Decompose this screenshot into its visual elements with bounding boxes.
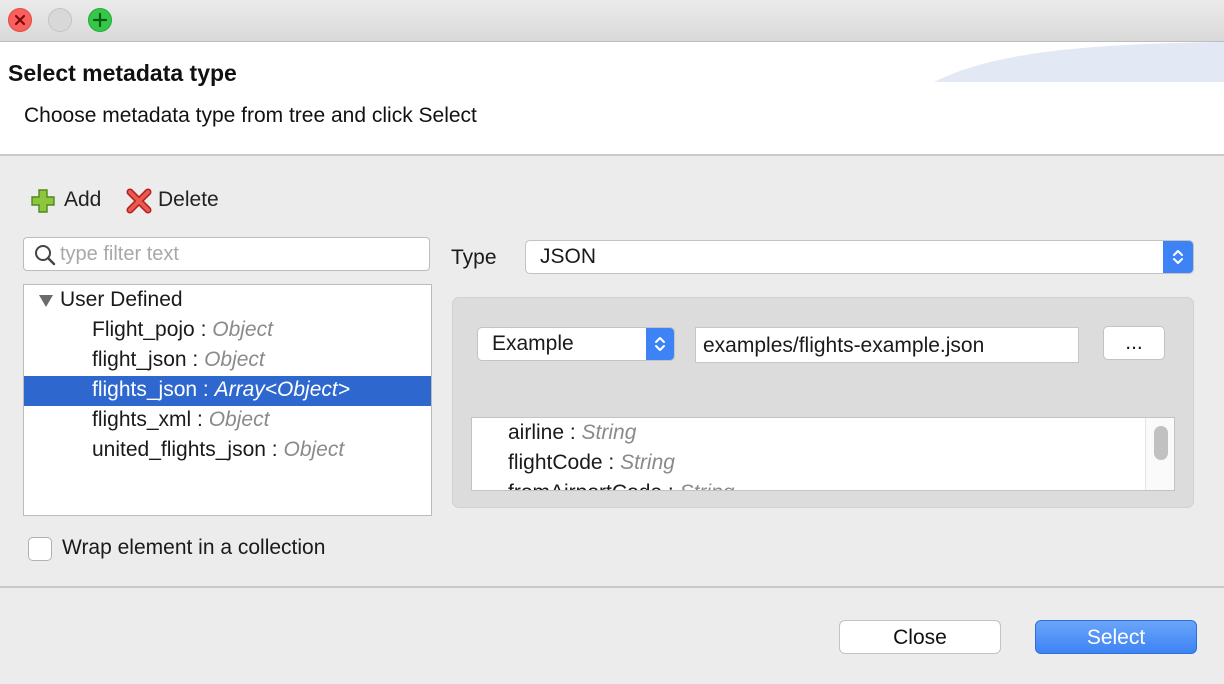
search-icon bbox=[35, 245, 56, 266]
tree-item[interactable]: united_flights_json : Object bbox=[24, 436, 431, 466]
filter-box bbox=[23, 237, 430, 271]
type-select[interactable]: JSON bbox=[525, 240, 1194, 274]
field-type: String bbox=[620, 451, 675, 474]
example-path-value: examples/flights-example.json bbox=[703, 334, 985, 357]
tree-item[interactable]: flights_xml : Object bbox=[24, 406, 431, 436]
tree-item[interactable]: flights_json : Array<Object> bbox=[24, 376, 431, 406]
select-button-label: Select bbox=[1086, 626, 1146, 649]
close-button[interactable]: Close bbox=[839, 620, 1001, 654]
x-icon bbox=[126, 188, 152, 214]
field-name: flightCode bbox=[508, 451, 603, 474]
tree-item-separator: : bbox=[191, 408, 209, 431]
tree-item[interactable]: flight_json : Object bbox=[24, 346, 431, 376]
header-decoration bbox=[934, 42, 1224, 82]
tree-item-name: flight_json bbox=[92, 348, 187, 371]
add-label: Add bbox=[64, 188, 102, 211]
tree-item-label: flights_json : Array<Object> bbox=[92, 378, 350, 402]
browse-button[interactable]: ... bbox=[1103, 326, 1165, 360]
tree-item-separator: : bbox=[194, 318, 213, 341]
delete-button[interactable]: Delete bbox=[126, 186, 236, 216]
dialog-title: Select metadata type bbox=[8, 60, 237, 86]
field-separator: : bbox=[602, 451, 621, 474]
close-icon bbox=[14, 14, 26, 26]
type-select-arrows bbox=[1163, 241, 1193, 273]
fields-scroll-thumb[interactable] bbox=[1154, 426, 1168, 460]
updown-chevron-icon bbox=[655, 337, 665, 351]
example-mode-select[interactable]: Example bbox=[477, 327, 675, 361]
browse-label: ... bbox=[1125, 331, 1143, 354]
tree-item[interactable]: Flight_pojo : Object bbox=[24, 316, 431, 346]
expand-triangle-icon[interactable] bbox=[38, 294, 54, 308]
tree-item-name: flights_json bbox=[92, 378, 198, 401]
tree-item-type: Object bbox=[204, 348, 265, 371]
tree-item-label: flight_json : Object bbox=[92, 348, 265, 372]
add-button[interactable]: Add bbox=[30, 186, 110, 216]
tree-item-type: Object bbox=[283, 438, 345, 461]
example-mode-arrows bbox=[646, 328, 674, 360]
example-path-field[interactable]: examples/flights-example.json bbox=[695, 327, 1079, 363]
window-close-button[interactable] bbox=[8, 8, 32, 32]
dialog-header: Select metadata type Choose metadata typ… bbox=[0, 42, 1224, 156]
field-row[interactable]: fromAirportCode : String bbox=[508, 481, 735, 490]
tree-item-type: Array<Object> bbox=[214, 378, 350, 401]
type-select-value: JSON bbox=[540, 245, 597, 268]
tree-item-name: flights_xml bbox=[92, 408, 192, 431]
close-button-label: Close bbox=[893, 626, 947, 649]
tree-item-separator: : bbox=[197, 378, 215, 401]
field-row[interactable]: flightCode : String bbox=[508, 451, 675, 475]
fields-list[interactable]: airline : StringflightCode : StringfromA… bbox=[471, 417, 1175, 491]
tree-root-label: User Defined bbox=[60, 288, 183, 311]
window-titlebar bbox=[0, 0, 1224, 42]
metadata-tree[interactable]: User Defined Flight_pojo : Object flight_… bbox=[23, 284, 432, 516]
tree-item-type: Object bbox=[208, 408, 270, 431]
field-separator: : bbox=[662, 481, 680, 490]
plus-icon bbox=[31, 189, 55, 213]
wrap-collection-label: Wrap element in a collection bbox=[62, 536, 326, 559]
tree-item-label: flights_xml : Object bbox=[92, 408, 269, 432]
field-separator: : bbox=[564, 421, 582, 444]
field-type: String bbox=[581, 421, 637, 444]
field-name: airline bbox=[508, 421, 565, 444]
tree-item-label: Flight_pojo : Object bbox=[92, 318, 273, 342]
updown-chevron-icon bbox=[1173, 250, 1183, 264]
delete-label: Delete bbox=[158, 188, 219, 211]
filter-input[interactable] bbox=[60, 242, 420, 266]
tree-item-type: Object bbox=[212, 318, 273, 341]
dialog-subtitle: Choose metadata type from tree and click… bbox=[24, 104, 477, 127]
tree-item-name: united_flights_json bbox=[92, 438, 266, 461]
window-minimize-button[interactable] bbox=[48, 8, 72, 32]
plus-icon bbox=[92, 12, 108, 28]
field-row[interactable]: airline : String bbox=[508, 421, 636, 445]
fields-scrollbar[interactable] bbox=[1145, 418, 1174, 490]
tree-item-separator: : bbox=[265, 438, 284, 461]
field-name: fromAirportCode bbox=[508, 481, 662, 490]
select-button[interactable]: Select bbox=[1035, 620, 1197, 654]
tree-item-separator: : bbox=[186, 348, 205, 371]
field-type: String bbox=[680, 481, 735, 490]
type-label: Type bbox=[451, 246, 497, 269]
window-zoom-button[interactable] bbox=[88, 8, 112, 32]
wrap-collection-checkbox[interactable] bbox=[28, 537, 52, 561]
example-mode-value: Example bbox=[492, 332, 574, 355]
tree-item-name: Flight_pojo bbox=[92, 318, 195, 341]
tree-item-label: united_flights_json : Object bbox=[92, 438, 344, 462]
